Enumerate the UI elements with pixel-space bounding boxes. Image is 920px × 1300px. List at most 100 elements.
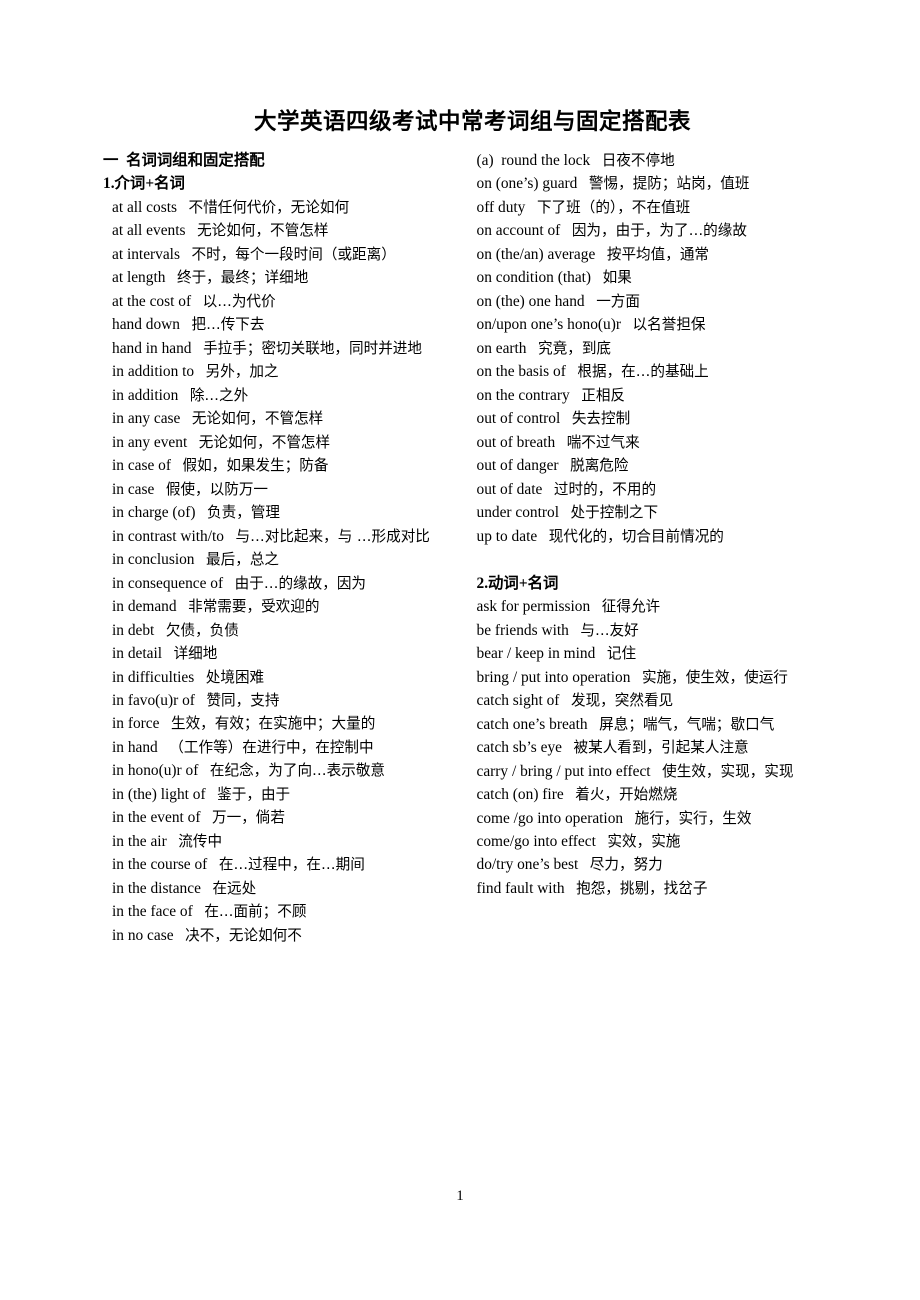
entry-phrase: in detail bbox=[112, 645, 163, 663]
glossary-entry: out of control 失去控制 bbox=[477, 407, 843, 430]
entry-phrase: in no case bbox=[112, 926, 174, 944]
entry-translation: 赞同，支持 bbox=[206, 691, 280, 709]
entry-translation: 在远处 bbox=[212, 879, 257, 897]
entry-gap bbox=[570, 387, 582, 404]
glossary-entry: in the air 流传中 bbox=[103, 830, 467, 853]
entry-phrase: at all events bbox=[112, 222, 186, 240]
glossary-entry: out of date 过时的，不用的 bbox=[477, 478, 843, 501]
entry-phrase: out of control bbox=[476, 410, 561, 428]
glossary-entry: carry / bring / put into effect 使生效，实现，实… bbox=[477, 760, 843, 783]
glossary-entry: in difficulties 处境困难 bbox=[103, 666, 467, 689]
entry-translation: 实效，实施 bbox=[607, 832, 681, 850]
entry-phrase: in any case bbox=[112, 410, 181, 428]
glossary-entry: in any case 无论如何，不管怎样 bbox=[103, 407, 467, 430]
entry-phrase: out of danger bbox=[476, 457, 559, 475]
entry-gap bbox=[207, 856, 219, 873]
entry-phrase: out of date bbox=[476, 480, 543, 498]
subsection-heading-preposition-noun: 1.介词+名词 bbox=[103, 175, 185, 193]
entry-translation: 施行，实行，生效 bbox=[634, 809, 752, 827]
entry-gap bbox=[191, 293, 203, 310]
entry-translation: 负责，管理 bbox=[207, 504, 280, 522]
entry-phrase: bring / put into operation bbox=[476, 668, 631, 686]
entry-translation: 尽力，努力 bbox=[589, 856, 663, 874]
entry-gap bbox=[192, 340, 204, 357]
entry-translation: 究竟，到底 bbox=[538, 339, 612, 357]
entry-gap bbox=[177, 199, 189, 216]
entry-phrase: in favo(u)r of bbox=[112, 691, 195, 709]
glossary-entry: in the distance 在远处 bbox=[103, 877, 467, 900]
entry-phrase: in the course of bbox=[112, 856, 208, 874]
entry-translation: 在…过程中，在…期间 bbox=[218, 856, 365, 874]
left-column: 一 名词词组和固定搭配 1.介词+名词 at all costs 不惜任何代价，… bbox=[103, 149, 475, 947]
entry-translation: 屏息；喘气，气喘；歇口气 bbox=[599, 715, 775, 733]
glossary-entry: up to date 现代化的，切合目前情况的 bbox=[477, 525, 843, 548]
entry-gap bbox=[195, 504, 207, 521]
glossary-entry: on earth 究竟，到底 bbox=[477, 337, 843, 360]
glossary-entry: in case 假使，以防万一 bbox=[103, 478, 467, 501]
entry-gap bbox=[165, 269, 177, 286]
entry-phrase: do/try one’s best bbox=[476, 856, 579, 874]
right-prepositional-entry-list: (a) round the lock 日夜不停地 on (one’s) guard… bbox=[477, 149, 843, 548]
entry-gap bbox=[201, 880, 213, 897]
entry-translation: 日夜不停地 bbox=[601, 152, 675, 169]
two-column-body: 一 名词词组和固定搭配 1.介词+名词 at all costs 不惜任何代价，… bbox=[103, 149, 842, 947]
glossary-entry: on/upon one’s hono(u)r 以名誉担保 bbox=[477, 313, 843, 336]
page-title: 大学英语四级考试中常考词组与固定搭配表 bbox=[253, 109, 691, 134]
entry-phrase: on (the/an) average bbox=[476, 245, 596, 263]
entry-gap bbox=[224, 528, 236, 545]
entry-translation: 记住 bbox=[606, 645, 637, 663]
entry-translation: 过时的，不用的 bbox=[553, 480, 657, 498]
entry-gap bbox=[200, 809, 212, 826]
entry-phrase: on the contrary bbox=[476, 386, 570, 404]
entry-gap bbox=[537, 528, 549, 545]
entry-translation: 正相反 bbox=[581, 386, 626, 404]
glossary-entry: catch sb’s eye 被某人看到，引起某人注意 bbox=[477, 736, 843, 759]
entry-translation: 脱离危险 bbox=[570, 457, 629, 475]
entry-phrase: catch sight of bbox=[476, 692, 560, 710]
entry-gap bbox=[186, 222, 198, 239]
glossary-entry: catch sight of 发现，突然看见 bbox=[477, 689, 843, 712]
glossary-entry: bring / put into operation 实施，使生效，使运行 bbox=[477, 666, 843, 689]
entry-translation: 因为，由于，为了…的缘故 bbox=[571, 222, 747, 240]
entry-gap bbox=[588, 716, 600, 733]
entry-gap bbox=[527, 340, 539, 357]
left-entry-list: at all costs 不惜任何代价，无论如何 at all events 无论… bbox=[103, 196, 467, 948]
entry-phrase: up to date bbox=[476, 527, 538, 545]
entry-gap bbox=[194, 363, 206, 380]
entry-translation: 在纪念，为了向…表示敬意 bbox=[209, 762, 386, 780]
glossary-entry: on account of 因为，由于，为了…的缘故 bbox=[477, 219, 843, 242]
entry-phrase: on/upon one’s hono(u)r bbox=[476, 316, 621, 334]
glossary-entry: on the basis of 根据，在…的基础上 bbox=[477, 360, 843, 383]
subsection-heading-verb-noun: 2.动词+名词 bbox=[476, 574, 559, 592]
glossary-entry: hand in hand 手拉手；密切关联地，同时并进地 bbox=[103, 337, 467, 360]
entry-translation: 下了班（的），不在值班 bbox=[536, 198, 691, 216]
entry-gap bbox=[154, 622, 166, 639]
entry-gap bbox=[562, 739, 574, 756]
entry-translation: 失去控制 bbox=[571, 410, 631, 428]
entry-gap bbox=[559, 692, 571, 709]
entry-phrase: in conclusion bbox=[112, 551, 195, 569]
entry-translation: 最后，总之 bbox=[206, 551, 280, 569]
entry-gap bbox=[623, 810, 635, 827]
entry-gap bbox=[555, 434, 567, 451]
entry-gap bbox=[171, 457, 183, 474]
entry-phrase: on (the) one hand bbox=[476, 292, 585, 310]
document-page: 大学英语四级考试中常考词组与固定搭配表 一 名词词组和固定搭配 1.介词+名词 … bbox=[0, 0, 920, 1300]
entry-phrase: come /go into operation bbox=[476, 809, 624, 827]
entry-translation: 在…面前；不顾 bbox=[204, 903, 307, 921]
entry-phrase: be friends with bbox=[476, 621, 569, 639]
entry-gap bbox=[167, 833, 179, 850]
right-column: (a) round the lock 日夜不停地 on (one’s) guard… bbox=[475, 149, 843, 900]
entry-phrase: in case bbox=[112, 480, 155, 498]
entry-translation: 根据，在…的基础上 bbox=[577, 363, 709, 381]
entry-translation: 如果 bbox=[602, 269, 632, 287]
entry-phrase: carry / bring / put into effect bbox=[476, 762, 651, 780]
entry-gap bbox=[195, 692, 207, 709]
entry-gap bbox=[651, 763, 663, 780]
page-number: 1 bbox=[456, 1188, 464, 1204]
entry-gap bbox=[560, 222, 572, 239]
entry-phrase: in hand bbox=[112, 738, 158, 756]
entry-translation: 假使，以防万一 bbox=[165, 480, 269, 498]
entry-translation: 抱怨，挑剔，找岔子 bbox=[576, 879, 708, 897]
glossary-entry: in debt 欠债，负债 bbox=[103, 619, 467, 642]
